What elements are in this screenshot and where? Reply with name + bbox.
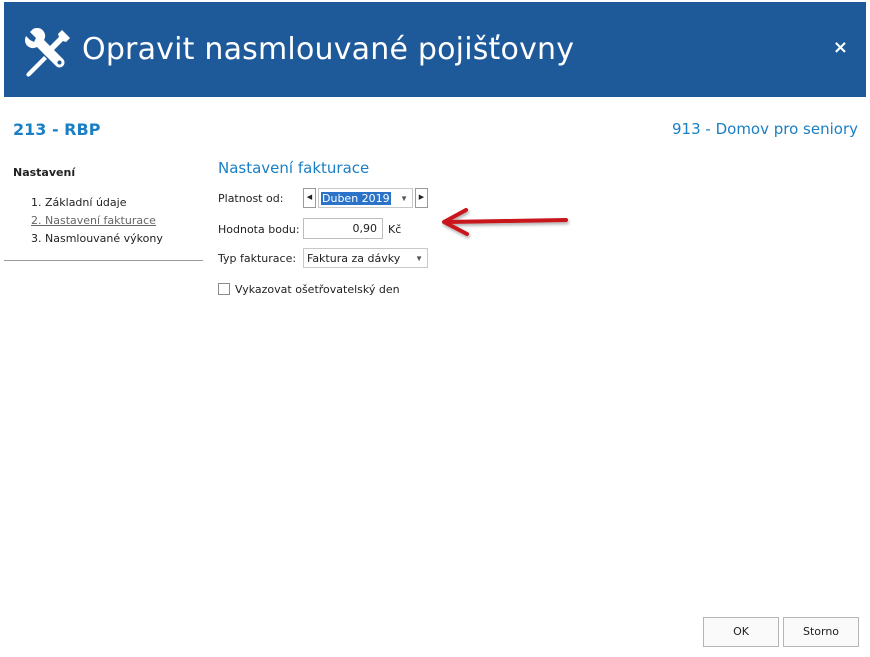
- prev-month-button[interactable]: ◀: [303, 188, 316, 208]
- nav-divider: [4, 260, 203, 261]
- wrench-screwdriver-icon: [25, 28, 70, 77]
- nav-item-contracted-services[interactable]: 3. Nasmlouvané výkony: [31, 232, 163, 245]
- dialog-window: Opravit nasmlouvané pojišťovny × 213 - R…: [0, 0, 870, 657]
- point-value-input[interactable]: [303, 218, 383, 239]
- close-button[interactable]: ×: [833, 38, 848, 58]
- billing-type-select[interactable]: Faktura za dávky ▼: [303, 248, 428, 268]
- next-month-button[interactable]: ▶: [415, 188, 428, 208]
- dialog-title: Opravit nasmlouvané pojišťovny: [82, 32, 575, 67]
- chevron-down-icon[interactable]: ▼: [415, 250, 423, 268]
- point-value-label: Hodnota bodu:: [218, 223, 300, 236]
- insurer-code: 213 - RBP: [13, 120, 101, 139]
- cancel-button[interactable]: Storno: [783, 617, 859, 647]
- nursing-day-label: Vykazovat ošetřovatelský den: [235, 283, 400, 296]
- billing-type-value: Faktura za dávky: [307, 252, 401, 265]
- currency-unit: Kč: [388, 223, 402, 236]
- validity-date-picker: ◀ Duben 2019 ▼ ▶: [303, 188, 428, 208]
- nav-item-billing-settings[interactable]: 2. Nastavení fakturace: [31, 214, 156, 227]
- validity-date-value: Duben 2019: [321, 192, 391, 205]
- red-arrow-annotation: [442, 208, 568, 236]
- validity-label: Platnost od:: [218, 192, 284, 205]
- title-bar: Opravit nasmlouvané pojišťovny ×: [4, 2, 866, 97]
- chevron-down-icon[interactable]: ▼: [400, 190, 408, 208]
- facility-name: 913 - Domov pro seniory: [672, 120, 858, 138]
- nursing-day-checkbox[interactable]: [218, 283, 230, 295]
- nav-heading: Nastavení: [13, 166, 76, 179]
- billing-type-label: Typ fakturace:: [218, 252, 297, 265]
- nav-item-basic-info[interactable]: 1. Základní údaje: [31, 196, 126, 209]
- validity-date-field[interactable]: Duben 2019 ▼: [318, 188, 413, 208]
- ok-button[interactable]: OK: [703, 617, 779, 647]
- section-title: Nastavení fakturace: [218, 159, 370, 177]
